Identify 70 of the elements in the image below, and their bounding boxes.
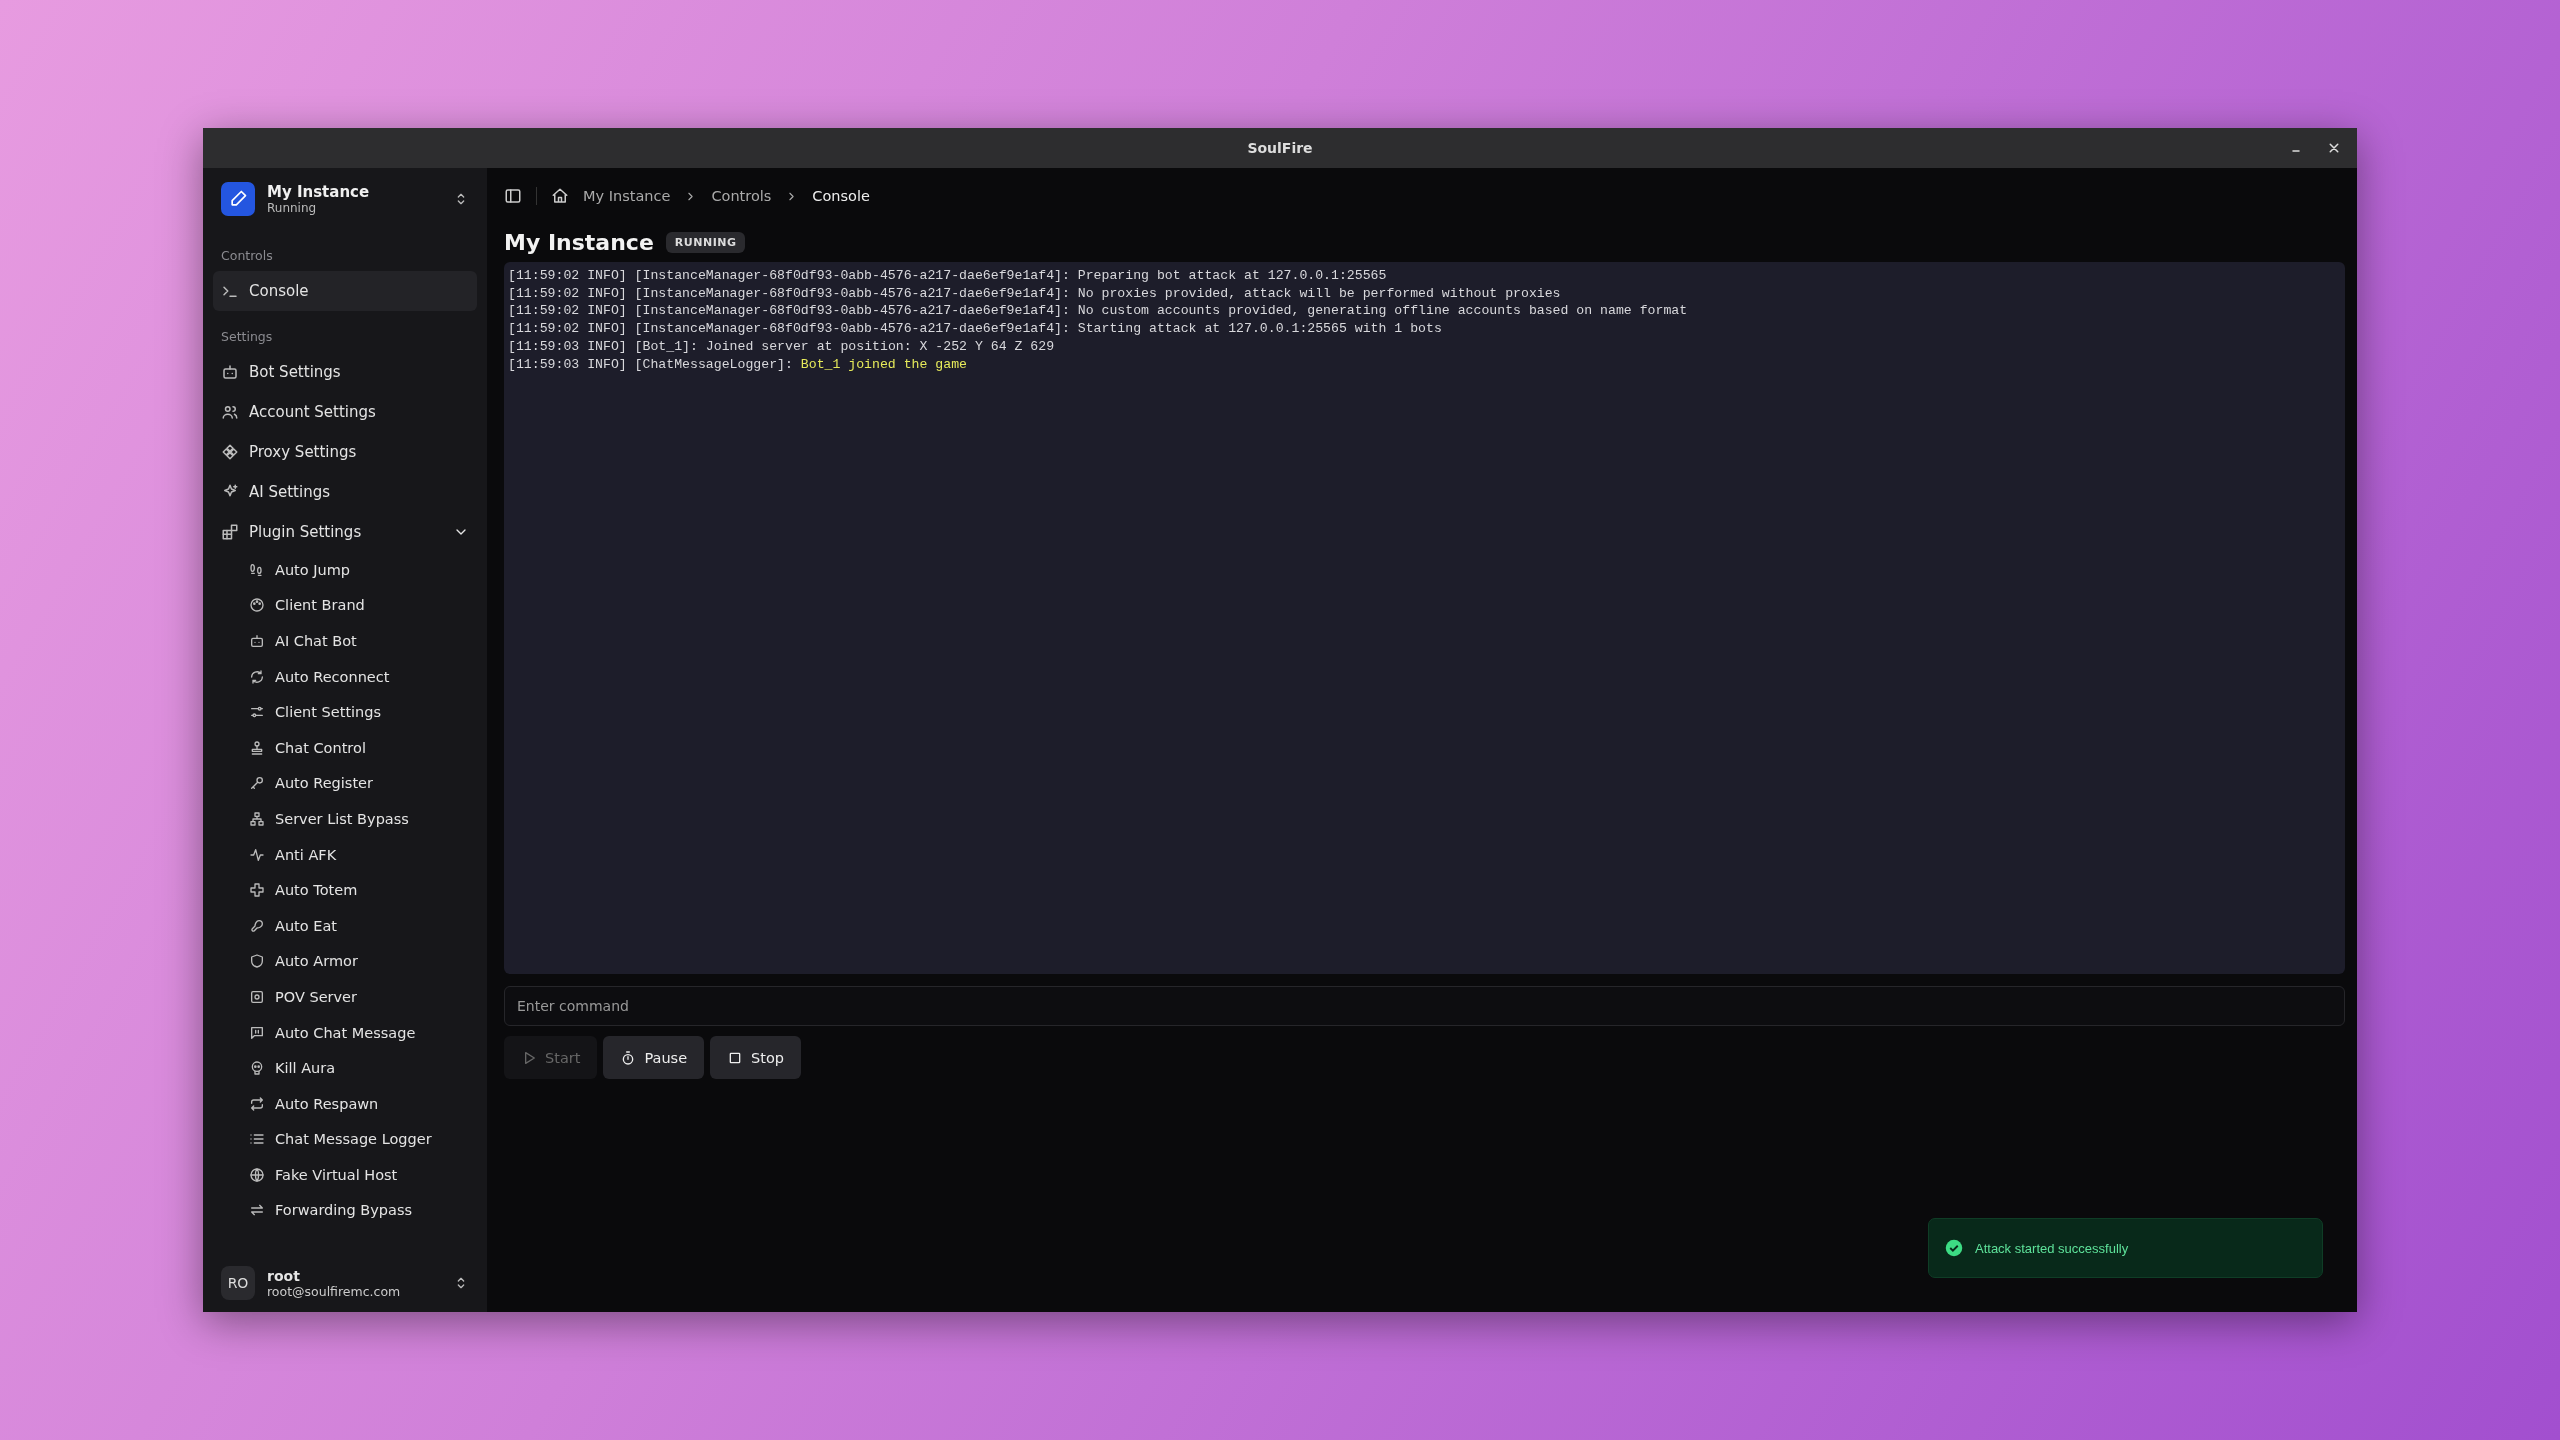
breadcrumb-link[interactable]: Controls <box>711 188 772 204</box>
home-icon[interactable] <box>551 187 569 205</box>
user-email: root@soulfiremc.com <box>267 1283 402 1299</box>
command-input[interactable]: Enter command <box>504 986 2345 1026</box>
sidebar-item[interactable]: Account Settings <box>213 392 477 432</box>
pause-button[interactable]: Pause <box>603 1036 705 1079</box>
sidebar-item[interactable]: Bot Settings <box>213 352 477 392</box>
plugin-item[interactable]: Auto Register <box>241 765 477 802</box>
cross-icon <box>249 882 265 899</box>
instance-switcher[interactable]: My Instance Running <box>213 168 477 230</box>
plugin-item[interactable]: Auto Eat <box>241 907 477 944</box>
stamp-icon <box>249 739 265 756</box>
plugin-item[interactable]: Chat Message Logger <box>241 1121 477 1158</box>
instance-name: My Instance <box>267 183 371 201</box>
breadcrumb-current: Console <box>812 188 870 204</box>
check-circle-icon <box>1945 1239 1963 1257</box>
plugin-item[interactable]: Client Settings <box>241 694 477 730</box>
group-label: Settings <box>220 328 274 346</box>
stop-button[interactable]: Stop <box>710 1036 802 1079</box>
plugin-item[interactable]: Anti AFK <box>241 836 477 873</box>
instance-status: Running <box>267 201 318 215</box>
network-icon <box>221 443 239 461</box>
page-title: My Instance <box>504 229 654 255</box>
log-line: [11:59:02 INFO] [InstanceManager-68f0df93-0abb-4576-a217-dae6ef9e1af4]: Starting attack at 127.0.0.1:25565 with 1 bots <box>508 320 1443 338</box>
plugin-item[interactable]: Auto Chat Message <box>241 1014 477 1051</box>
plugin-item[interactable]: Auto Jump <box>241 552 477 588</box>
plugin-item[interactable]: Fake Virtual Host <box>241 1157 477 1193</box>
activity-icon <box>249 846 265 863</box>
breadcrumb-link[interactable]: My Instance <box>583 188 671 204</box>
log-line: [11:59:02 INFO] [InstanceManager-68f0df93-0abb-4576-a217-dae6ef9e1af4]: No proxies provided, attack will be performed without proxies <box>508 284 1562 303</box>
plugin-item[interactable]: Auto Reconnect <box>241 658 477 695</box>
log-line: [11:59:03 INFO] [Bot_1]: Joined server at position: X -252 Y 64 Z 629 <box>508 337 1056 356</box>
plugin-item[interactable]: Kill Aura <box>241 1050 477 1086</box>
plugin-item[interactable]: Forwarding Bypass <box>241 1192 477 1229</box>
instance-logo-icon <box>221 182 255 216</box>
plugin-item[interactable]: POV Server <box>241 979 477 1015</box>
users-icon <box>221 403 239 421</box>
sidebar-item[interactable]: Console <box>213 271 477 311</box>
log-line: [11:59:02 INFO] [InstanceManager-68f0df93-0abb-4576-a217-dae6ef9e1af4]: Preparing bot attack at 127.0.0.1:25565 <box>508 267 1388 285</box>
shield-icon <box>249 953 265 970</box>
plugin-item[interactable]: Auto Totem <box>241 872 477 908</box>
bot-icon <box>249 633 265 649</box>
user-avatar: RO <box>221 1266 255 1300</box>
globe-icon <box>249 1166 265 1183</box>
user-menu[interactable]: RO root root@soulfiremc.com <box>213 1256 477 1312</box>
message-icon <box>249 1024 265 1041</box>
network-icon <box>249 810 265 827</box>
refresh-icon <box>249 668 265 685</box>
key-icon <box>249 775 265 792</box>
group-label: Controls <box>220 247 274 265</box>
log-line: [11:59:02 INFO] [InstanceManager-68f0df93-0abb-4576-a217-dae6ef9e1af4]: No custom accounts provided, generating offline accounts based on name format <box>508 302 1689 321</box>
sidebar-item[interactable]: Plugin Settings <box>213 512 477 552</box>
plugin-item[interactable]: Server List Bypass <box>241 801 477 837</box>
palette-icon <box>249 597 265 614</box>
plugin-item[interactable]: AI Chat Bot <box>241 623 477 659</box>
blocks-icon <box>221 523 239 541</box>
plugin-item[interactable]: Auto Armor <box>241 943 477 980</box>
sidebar-item[interactable]: Proxy Settings <box>213 432 477 472</box>
sidebar-toggle-icon[interactable] <box>504 187 522 205</box>
sidebar-item[interactable]: AI Settings <box>213 472 477 512</box>
repeat-icon <box>249 1095 265 1112</box>
window-title: SoulFire <box>1247 140 1313 156</box>
robot-icon <box>221 363 239 381</box>
plugin-item[interactable]: Chat Control <box>241 729 477 766</box>
user-name: root <box>267 1267 301 1284</box>
toast-message: Attack started successfully <box>1975 1240 2129 1256</box>
status-badge: RUNNING <box>665 231 746 253</box>
log-line: [11:59:03 INFO] [ChatMessageLogger]: Bot_1 joined the game <box>508 355 968 374</box>
plugin-item[interactable]: Auto Respawn <box>241 1085 477 1122</box>
plugin-item[interactable]: Client Brand <box>241 587 477 624</box>
